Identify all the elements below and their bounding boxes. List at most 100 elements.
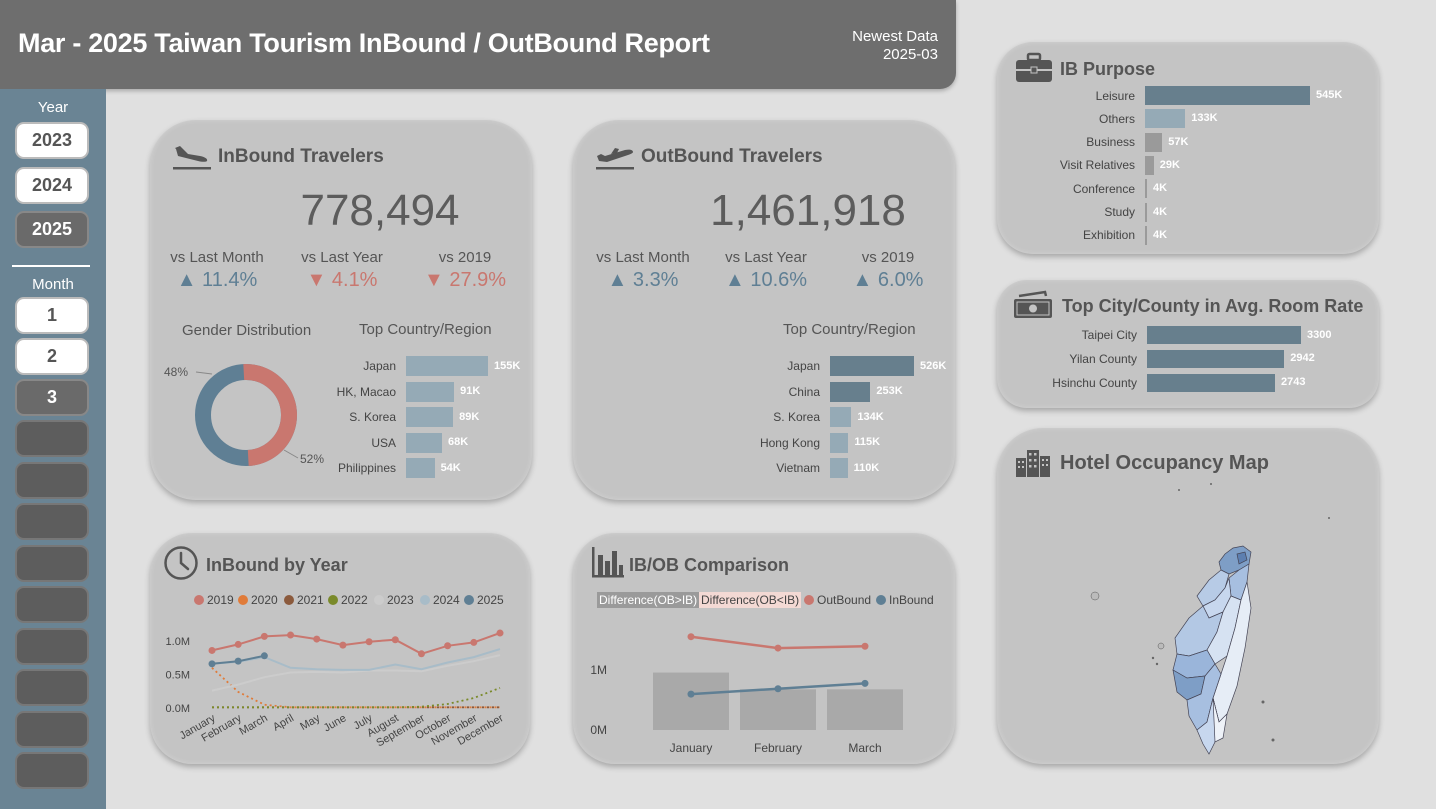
year-button-2023[interactable]: 2023	[15, 122, 89, 159]
inbound-top-label: Philippines	[337, 461, 396, 475]
ibob-title: IB/OB Comparison	[629, 555, 790, 575]
month-button-10[interactable]	[15, 669, 89, 706]
inbound-by-year-chart: 0.0M0.5M1.0MJanuaryFebruaryMarch April May…	[166, 629, 506, 750]
point-2019	[470, 638, 478, 646]
y-tick-label: 1.0M	[166, 636, 190, 648]
outbound-top-label: Japan	[787, 359, 820, 373]
room-rate-label: Yilan County	[1069, 351, 1137, 366]
month-button-4[interactable]	[15, 420, 89, 457]
inbound-by-year-title: InBound by Year	[206, 555, 348, 575]
inbound-top-bar	[406, 432, 442, 453]
difference-bar	[740, 689, 816, 730]
ib-purpose-label: Others	[1098, 111, 1135, 126]
point-2019	[287, 631, 295, 639]
outbound-top-bar	[830, 381, 871, 402]
x-tick-label: May	[298, 712, 322, 733]
inbound-top-value: 91K	[460, 385, 481, 397]
series-line-2022	[212, 687, 501, 709]
year-button-2025[interactable]: 2025	[15, 211, 89, 248]
year-legend-label: 2022	[341, 593, 368, 607]
year-legend-label: 2023	[387, 593, 414, 607]
inbound-top-bar	[406, 458, 435, 478]
ib-purpose-value: 4K	[1153, 205, 1168, 218]
series-line-2024	[211, 648, 501, 671]
difference-bar	[827, 689, 903, 730]
plane-takeoff-icon	[596, 148, 634, 170]
legend-inbound-label: InBound	[889, 593, 934, 607]
ib-purpose-label: Exhibition	[1082, 228, 1135, 243]
year-legend-dot	[238, 595, 248, 605]
room-rate-value: 2743	[1281, 376, 1306, 389]
gender-title: Gender Distribution	[182, 322, 312, 339]
ib-purpose-label: Conference	[1072, 181, 1135, 196]
year-legend-item[interactable]: 2021	[284, 593, 324, 607]
inbound-top-value: 155K	[494, 359, 521, 372]
ib-purpose-label: Visit Relatives	[1059, 158, 1135, 173]
newest-data: Newest Data 2025-03	[852, 28, 938, 64]
inbound-top-bar	[406, 407, 454, 427]
year-legend-item[interactable]: 2025	[464, 593, 504, 607]
inbound-top-bar	[406, 381, 455, 402]
outbound-cmp-value-year: ▲ 10.6%	[724, 269, 808, 291]
legend-inbound-dot	[876, 595, 886, 605]
room-rate-value: 3300	[1307, 328, 1332, 341]
year-legend-label: 2020	[251, 593, 278, 607]
x-tick-label: January	[670, 741, 713, 755]
room-rate-bar	[1147, 326, 1301, 344]
hotel-map-title: Hotel Occupancy Map	[1060, 452, 1269, 474]
year-legend-item[interactable]: 2020	[238, 593, 278, 607]
month-button-5[interactable]	[15, 462, 89, 499]
year-legend-label: 2019	[207, 593, 234, 607]
outbound-top-label: S. Korea	[773, 410, 820, 424]
inbound-cmp-value-year: ▼ 4.1%	[306, 269, 378, 291]
outbound-cmp-label-year: vs Last Year	[725, 249, 807, 266]
year-legend-item[interactable]: 2024	[420, 593, 460, 607]
ib-purpose-card: IB Purpose Leisure 545K Others 133K Business…	[997, 42, 1379, 254]
point-OutBound	[687, 633, 695, 641]
gender-left-pct: 48%	[164, 365, 189, 379]
outbound-cmp-value-month: ▲ 3.3%	[607, 269, 679, 291]
outbound-cmp-label-month: vs Last Month	[596, 249, 690, 266]
legend-outbound-label: OutBound	[817, 593, 872, 607]
outbound-title: OutBound Travelers	[641, 146, 823, 167]
inbound-cmp-value-month: ▲ 11.4%	[176, 269, 258, 291]
outbound-total: 1,461,918	[710, 186, 906, 235]
outbound-top-value: 253K	[876, 385, 903, 397]
month-button-2[interactable]: 2	[15, 338, 89, 375]
taiwan-occupancy-map	[1090, 483, 1330, 755]
room-rate-bar	[1147, 373, 1275, 392]
inbound-title: InBound Travelers	[218, 146, 384, 167]
year-legend-dot	[194, 595, 204, 605]
month-button-11[interactable]	[15, 711, 89, 748]
month-button-8[interactable]	[15, 586, 89, 623]
hotel-map-card: Hotel Occupancy Map	[997, 428, 1379, 764]
year-label: Year	[37, 99, 69, 116]
outbound-top-value: 115K	[854, 436, 881, 448]
year-legend-item[interactable]: 2023	[374, 593, 414, 607]
bar-chart-icon	[592, 547, 624, 578]
ib-purpose-value: 29K	[1159, 158, 1180, 171]
point-OutBound	[861, 642, 869, 650]
year-legend-item[interactable]: 2022	[328, 593, 368, 607]
ib-purpose-bar	[1145, 109, 1186, 129]
year-legend-item[interactable]: 2019	[194, 593, 234, 607]
report-title: Mar - 2025 Taiwan Tourism InBound / OutB…	[18, 28, 710, 58]
ib-purpose-bar	[1145, 155, 1154, 175]
month-button-1[interactable]: 1	[15, 297, 89, 334]
outbound-top-value: 134K	[857, 410, 884, 423]
year-legend-dot	[284, 595, 294, 605]
point-2019	[260, 632, 268, 640]
point-2025	[208, 660, 216, 668]
legend-diff-negative: Difference(OB<IB)	[699, 592, 802, 608]
inbound-by-year-card: InBound by Year 2019 2020 2021 2022 2023 2024…	[150, 533, 530, 764]
outbound-top-title: Top Country/Region	[783, 321, 916, 338]
month-button-7[interactable]	[15, 545, 89, 582]
x-tick-label: February	[754, 741, 802, 755]
year-button-2024[interactable]: 2024	[15, 167, 89, 204]
gender-slice-female	[243, 364, 297, 466]
month-button-6[interactable]	[15, 503, 89, 540]
month-button-9[interactable]	[15, 628, 89, 665]
month-button-3[interactable]: 3	[15, 379, 89, 416]
month-button-12[interactable]	[15, 752, 89, 789]
room-rate-title: Top City/County in Avg. Room Rate	[1062, 296, 1364, 316]
